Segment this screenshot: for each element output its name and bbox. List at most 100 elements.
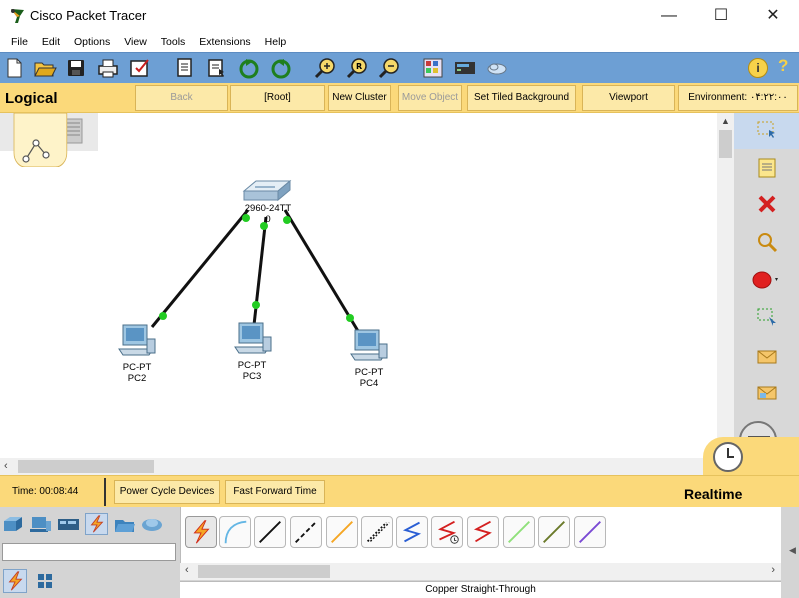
maximize-button[interactable]: ☐ (709, 4, 733, 28)
custom-device-icon[interactable] (453, 56, 477, 80)
connection-scrollbar[interactable]: ‹ › (180, 563, 781, 580)
miscellaneous-icon[interactable] (113, 513, 136, 535)
grid-icon[interactable] (33, 569, 57, 593)
fiber-icon[interactable] (326, 516, 358, 548)
console-cable-icon[interactable] (219, 516, 251, 548)
menu-file[interactable]: File (4, 32, 35, 52)
usb-cable-icon[interactable] (574, 516, 606, 548)
multiuser-icon[interactable] (141, 513, 164, 535)
delete-tool[interactable] (734, 187, 799, 223)
add-simple-pdu-tool[interactable] (734, 339, 799, 375)
coaxial-cable-icon[interactable] (396, 516, 428, 548)
inspect-tool[interactable] (734, 225, 799, 261)
power-cycle-devices-button[interactable]: Power Cycle Devices (114, 480, 220, 504)
phone-cable-icon[interactable] (361, 516, 393, 548)
link-light (159, 312, 167, 320)
new-cluster-button[interactable]: New Cluster (328, 85, 391, 111)
logical-workspace[interactable]: 2960-24TT 0 PC-PT PC2 PC-PT PC3 PC-PT PC… (0, 113, 717, 458)
note-icon (758, 158, 776, 178)
menu-edit[interactable]: Edit (35, 32, 67, 52)
scroll-left-arrow-icon[interactable]: ‹ (4, 460, 8, 472)
close-button[interactable]: ✕ (761, 4, 785, 28)
add-simple-pdu-icon (757, 350, 777, 364)
end-devices-icon[interactable] (29, 513, 52, 535)
set-tiled-background-button[interactable]: Set Tiled Background (467, 85, 576, 111)
common-tools-bar (734, 113, 799, 458)
info-button[interactable]: i (748, 58, 768, 78)
scroll-left-arrow-icon[interactable]: ‹ (185, 564, 189, 576)
zoom-reset-icon[interactable]: R (345, 56, 369, 80)
help-button[interactable]: ? (778, 56, 788, 76)
fast-forward-time-button[interactable]: Fast Forward Time (225, 480, 325, 504)
pc4-name-label: PC4 (359, 378, 379, 389)
automatic-connection-icon[interactable] (185, 516, 217, 548)
pc2-label: PC-PT PC2 (112, 362, 162, 384)
minimize-button[interactable]: — (657, 4, 681, 28)
undo-icon[interactable] (237, 56, 261, 80)
move-object-button[interactable]: Move Object (398, 85, 462, 111)
pc-icon[interactable] (350, 329, 388, 361)
network-devices-icon[interactable] (2, 513, 25, 535)
add-complex-pdu-tool[interactable] (734, 375, 799, 411)
paste-icon[interactable] (205, 56, 229, 80)
redo-icon[interactable] (269, 56, 293, 80)
save-icon[interactable] (64, 56, 88, 80)
clock-icon[interactable] (712, 441, 744, 473)
panel-collapse-arrow-icon[interactable]: ◀ (789, 545, 796, 556)
connections-subcategory-icon[interactable] (3, 569, 27, 593)
switch-icon[interactable] (242, 179, 292, 202)
back-button[interactable]: Back (135, 85, 228, 111)
open-icon[interactable] (33, 56, 57, 80)
main-toolbar: R i ? (0, 52, 799, 83)
activity-wizard-icon[interactable] (128, 56, 152, 80)
menu-view[interactable]: View (117, 32, 154, 52)
root-button[interactable]: [Root] (230, 85, 325, 111)
connection-types-panel (180, 507, 781, 563)
connection-scroll-thumb[interactable] (198, 565, 330, 578)
menu-tools[interactable]: Tools (154, 32, 193, 52)
scroll-right-arrow-icon[interactable]: › (771, 564, 775, 576)
select-tool[interactable] (734, 113, 799, 149)
cloud-icon[interactable] (485, 56, 509, 80)
window-title: Cisco Packet Tracer (30, 8, 147, 23)
menu-help[interactable]: Help (258, 32, 294, 52)
serial-dce-icon[interactable] (431, 516, 463, 548)
environment-button[interactable]: Environment: ۰۴:۲۲:۰۰ (678, 85, 798, 111)
zoom-out-icon[interactable] (377, 56, 401, 80)
cable-pc4[interactable] (283, 209, 360, 332)
menu-options[interactable]: Options (67, 32, 117, 52)
connections-icon[interactable] (85, 513, 108, 535)
scroll-up-arrow-icon[interactable]: ▲ (721, 116, 730, 126)
horizontal-scroll-thumb[interactable] (18, 460, 154, 473)
draw-shape-tool[interactable] (734, 263, 799, 299)
iot-custom-cable-icon[interactable] (538, 516, 570, 548)
octal-cable-icon[interactable] (503, 516, 535, 548)
vertical-scroll-thumb[interactable] (719, 130, 732, 158)
pc-icon[interactable] (118, 324, 156, 356)
serial-dte-icon[interactable] (467, 516, 499, 548)
components-icon[interactable] (57, 513, 80, 535)
pc-icon[interactable] (234, 322, 272, 354)
copy-icon[interactable] (173, 56, 197, 80)
menu-extensions[interactable]: Extensions (192, 32, 257, 52)
workspace-horizontal-scrollbar[interactable]: ‹ (0, 458, 717, 475)
device-search-input[interactable] (2, 543, 176, 561)
palette-icon[interactable] (421, 56, 445, 80)
new-icon[interactable] (2, 56, 26, 80)
resize-icon (757, 308, 776, 326)
viewport-button[interactable]: Viewport (582, 85, 675, 111)
topology-canvas (118, 179, 388, 361)
link-light (346, 314, 354, 322)
selected-connection-name: Copper Straight-Through (180, 581, 781, 598)
zoom-in-icon[interactable] (313, 56, 337, 80)
place-note-tool[interactable] (734, 151, 799, 187)
copper-cross-over-icon[interactable] (290, 516, 322, 548)
print-icon[interactable] (96, 56, 120, 80)
cable-pc2[interactable] (150, 209, 250, 328)
resize-shape-tool[interactable] (734, 299, 799, 335)
switch-model-label: 2960-24TT (244, 203, 292, 214)
copper-straight-through-icon[interactable] (254, 516, 286, 548)
realtime-mode-label[interactable]: Realtime (684, 486, 742, 502)
workspace-vertical-scrollbar[interactable]: ▲ (717, 113, 734, 458)
divider (104, 478, 106, 506)
